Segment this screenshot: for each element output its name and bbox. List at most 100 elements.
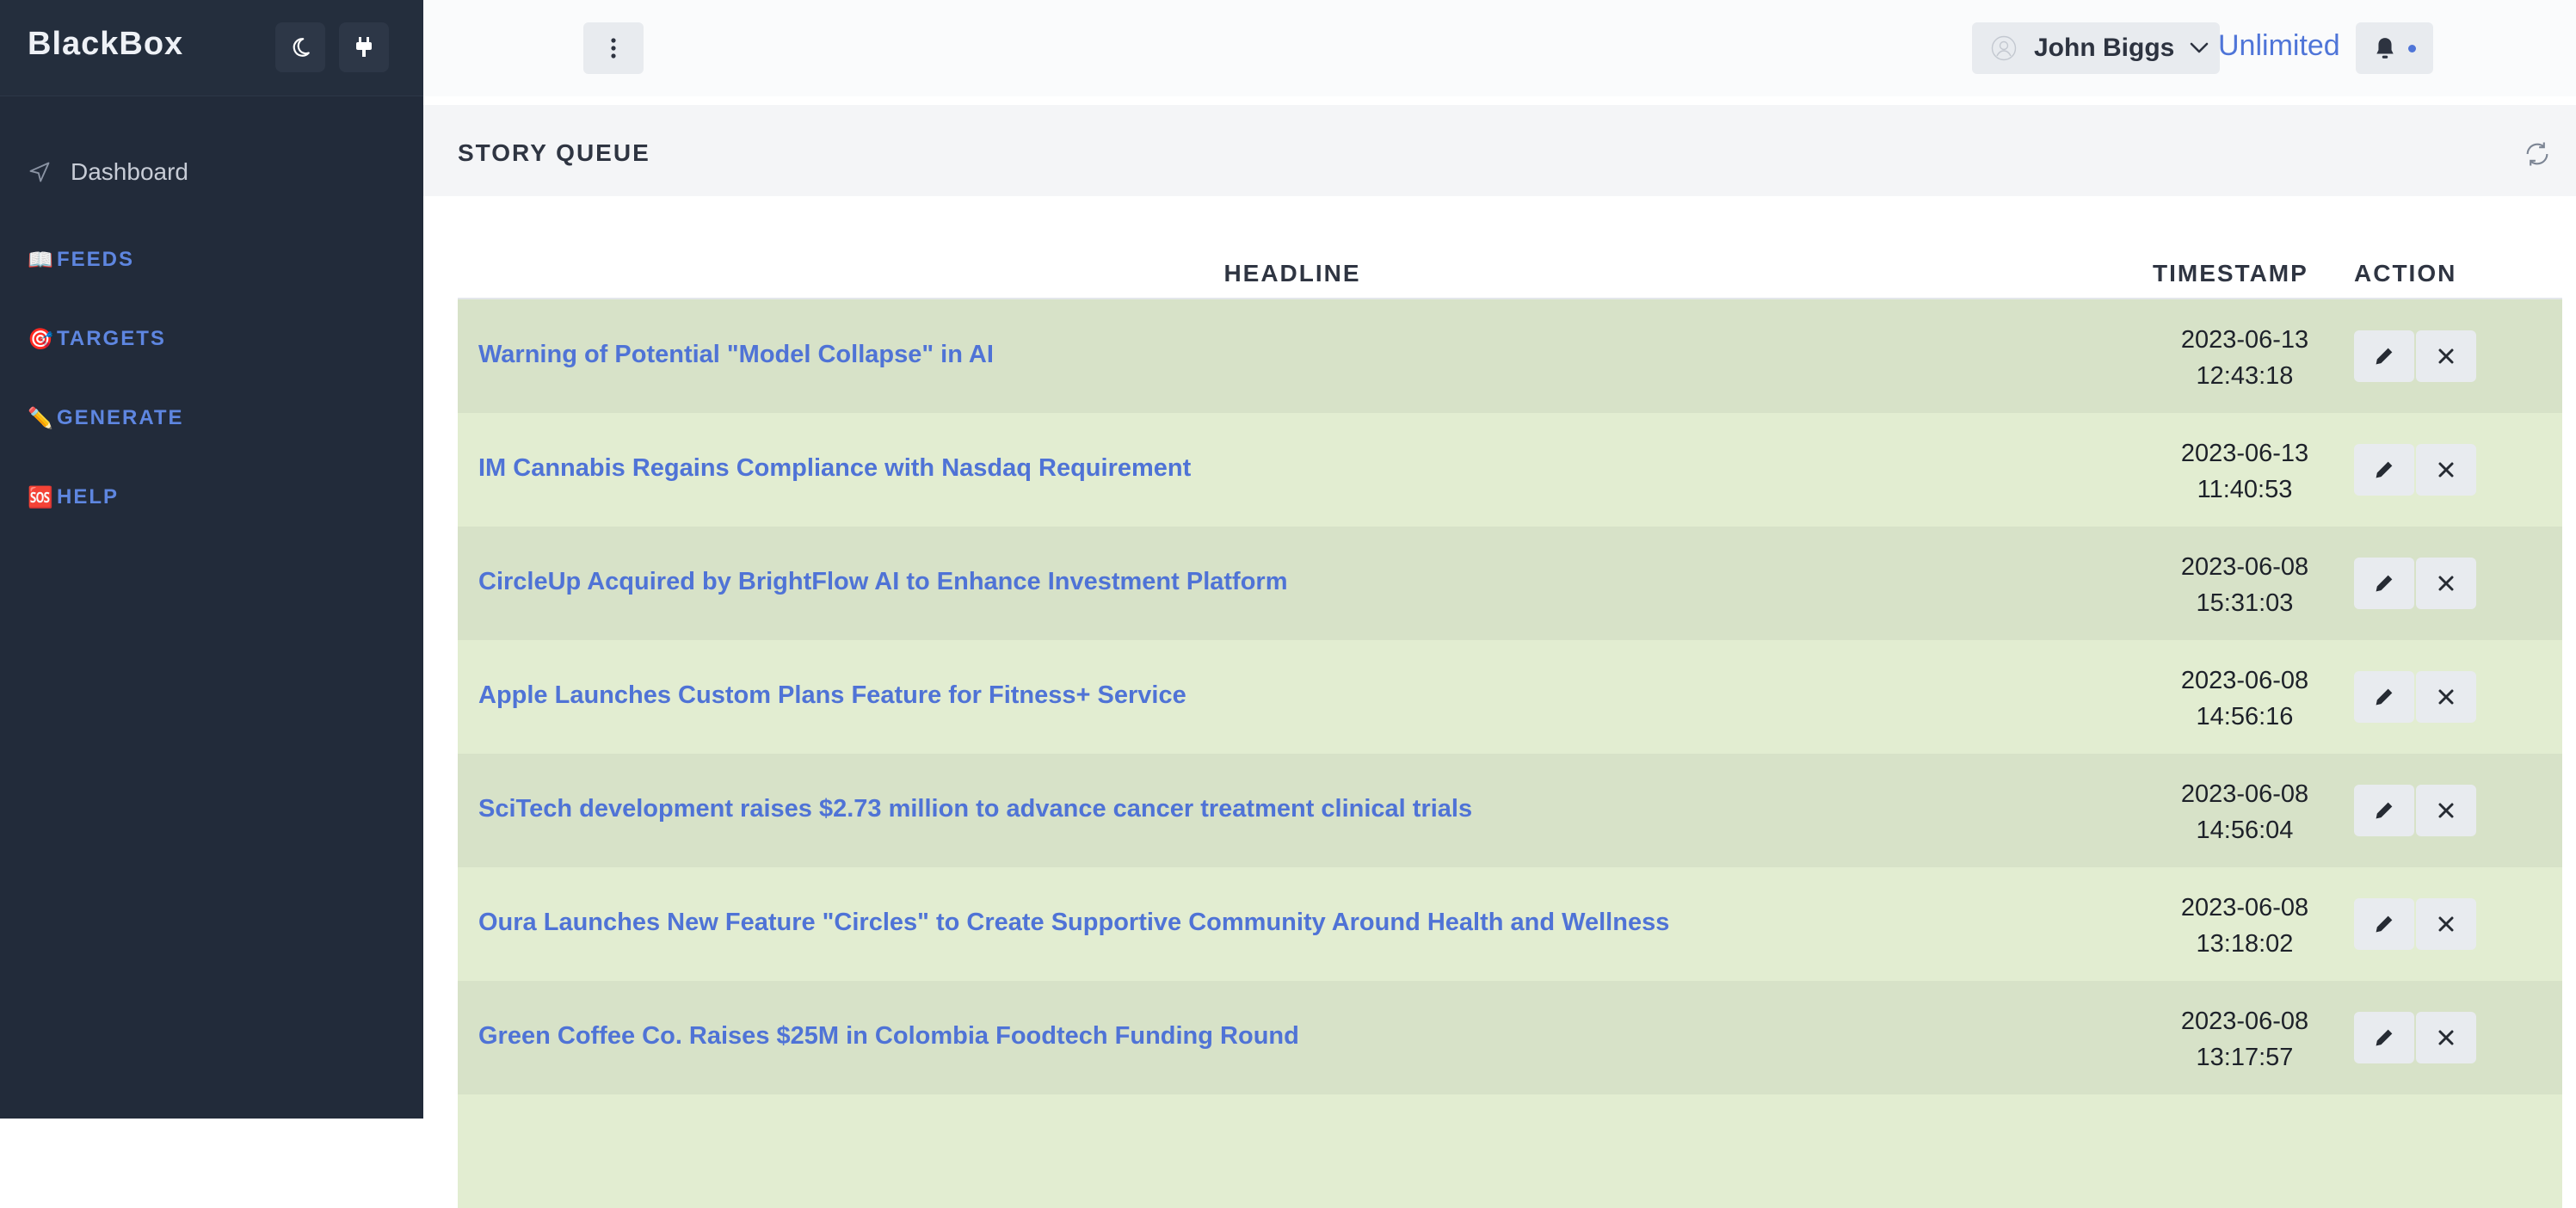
close-icon — [2438, 916, 2454, 932]
delete-button[interactable] — [2416, 898, 2476, 950]
send-icon — [29, 162, 50, 182]
brand-logo[interactable]: BlackBox — [28, 26, 183, 63]
edit-button[interactable] — [2354, 671, 2414, 723]
page-title: STORY QUEUE — [458, 139, 650, 166]
table-row: Warning of Potential "Model Collapse" in… — [458, 299, 2562, 413]
timestamp-date: 2023-06-13 — [2180, 440, 2309, 467]
plug-icon — [356, 37, 372, 57]
main-content: STORY QUEUE HEADLINE TIMESTAMP ACTION Wa… — [423, 96, 2576, 1208]
timestamp-date: 2023-06-13 — [2180, 326, 2309, 354]
pencil-icon — [2376, 688, 2393, 706]
close-icon — [2438, 576, 2454, 591]
edit-button[interactable] — [2354, 785, 2414, 836]
table-row: IM Cannabis Regains Compliance with Nasd… — [458, 413, 2562, 527]
table-row: Oura Launches New Feature "Circles" to C… — [458, 867, 2562, 981]
pencil-icon — [2376, 461, 2393, 478]
table-row: SciTech development raises $2.73 million… — [458, 754, 2562, 867]
sidebar-item-help[interactable]: 🆘 HELP — [28, 480, 119, 515]
edit-button[interactable] — [2354, 444, 2414, 496]
target-icon: 🎯 — [28, 327, 53, 351]
table-row: Apple Launches Custom Plans Feature for … — [458, 640, 2562, 754]
timestamp-cell: 2023-06-08 14:56:16 — [2144, 663, 2345, 735]
headline-link[interactable]: Apple Launches Custom Plans Feature for … — [478, 681, 1186, 710]
pencil-icon — [2376, 1029, 2393, 1046]
delete-button[interactable] — [2416, 671, 2476, 723]
headline-link[interactable]: SciTech development raises $2.73 million… — [478, 795, 1472, 823]
pencil-icon — [2376, 915, 2393, 933]
timestamp-date: 2023-06-08 — [2180, 1008, 2309, 1035]
sidebar-item-label: TARGETS — [57, 327, 166, 350]
table-row — [458, 1094, 2562, 1208]
headline-link[interactable]: IM Cannabis Regains Compliance with Nasd… — [478, 454, 1191, 483]
moon-icon — [293, 38, 310, 57]
plan-link[interactable]: Unlimited — [2218, 29, 2340, 63]
sidebar-item-targets[interactable]: 🎯 TARGETS — [28, 322, 166, 356]
sidebar-item-feeds[interactable]: 📖 FEEDS — [28, 243, 134, 277]
chevron-down-icon — [2190, 42, 2209, 54]
close-icon — [2438, 1030, 2454, 1045]
table-header: HEADLINE TIMESTAMP ACTION — [458, 250, 2562, 299]
timestamp-date: 2023-06-08 — [2180, 780, 2309, 808]
table-row: CircleUp Acquired by BrightFlow AI to En… — [458, 527, 2562, 640]
sos-icon: 🆘 — [28, 485, 53, 509]
delete-button[interactable] — [2416, 558, 2476, 609]
headline-link[interactable]: Green Coffee Co. Raises $25M in Colombia… — [478, 1022, 1299, 1051]
timestamp-time: 14:56:16 — [2196, 703, 2294, 730]
sidebar-item-label: Dashboard — [71, 158, 188, 185]
edit-button[interactable] — [2354, 1012, 2414, 1063]
timestamp-date: 2023-06-08 — [2180, 667, 2309, 694]
sidebar-header: BlackBox — [0, 0, 423, 96]
notifications-button[interactable] — [2356, 22, 2433, 74]
user-menu-button[interactable]: John Biggs — [1972, 22, 2220, 74]
timestamp-cell: 2023-06-08 14:56:04 — [2144, 776, 2345, 848]
table-row: Green Coffee Co. Raises $25M in Colombia… — [458, 981, 2562, 1094]
kebab-menu-icon — [611, 38, 616, 59]
more-options-button[interactable] — [583, 22, 644, 74]
headline-link[interactable]: CircleUp Acquired by BrightFlow AI to En… — [478, 568, 1287, 596]
connection-button[interactable] — [339, 22, 389, 72]
timestamp-time: 13:18:02 — [2196, 930, 2294, 958]
delete-button[interactable] — [2416, 1012, 2476, 1063]
avatar — [1989, 34, 2018, 63]
delete-button[interactable] — [2416, 330, 2476, 382]
column-header-timestamp[interactable]: TIMESTAMP — [2153, 260, 2308, 287]
timestamp-date: 2023-06-08 — [2180, 553, 2309, 581]
user-name: John Biggs — [2034, 34, 2175, 62]
headline-link[interactable]: Oura Launches New Feature "Circles" to C… — [478, 909, 1669, 937]
sidebar-item-label: GENERATE — [57, 406, 184, 429]
pencil-icon: ✏️ — [28, 406, 53, 430]
user-icon — [1991, 35, 2017, 61]
timestamp-time: 13:17:57 — [2196, 1044, 2294, 1071]
sidebar-item-label: FEEDS — [57, 248, 135, 271]
pencil-icon — [2376, 348, 2393, 365]
timestamp-cell: 2023-06-08 13:17:57 — [2144, 1003, 2345, 1075]
edit-button[interactable] — [2354, 898, 2414, 950]
edit-button[interactable] — [2354, 330, 2414, 382]
timestamp-cell: 2023-06-13 11:40:53 — [2144, 435, 2345, 508]
section-header: STORY QUEUE — [423, 105, 2576, 196]
edit-button[interactable] — [2354, 558, 2414, 609]
bell-icon — [2376, 38, 2394, 59]
timestamp-cell: 2023-06-08 15:31:03 — [2144, 549, 2345, 621]
close-icon — [2438, 348, 2454, 364]
timestamp-cell: 2023-06-08 13:18:02 — [2144, 890, 2345, 962]
timestamp-time: 11:40:53 — [2197, 476, 2293, 503]
sidebar-item-generate[interactable]: ✏️ GENERATE — [28, 401, 184, 435]
refresh-icon[interactable] — [2523, 139, 2552, 169]
sidebar-item-dashboard[interactable]: Dashboard — [28, 155, 188, 189]
timestamp-date: 2023-06-08 — [2180, 894, 2309, 921]
sidebar: BlackBox Dashboard 📖 FEEDS 🎯 TARGETS ✏️ … — [0, 0, 423, 1119]
close-icon — [2438, 803, 2454, 818]
headline-link[interactable]: Warning of Potential "Model Collapse" in… — [478, 341, 994, 369]
close-icon — [2438, 689, 2454, 705]
story-queue-table: HEADLINE TIMESTAMP ACTION Warning of Pot… — [458, 250, 2562, 1208]
timestamp-time: 15:31:03 — [2196, 589, 2294, 617]
delete-button[interactable] — [2416, 785, 2476, 836]
dark-mode-toggle-button[interactable] — [275, 22, 325, 72]
column-header-headline[interactable]: HEADLINE — [458, 260, 2127, 287]
delete-button[interactable] — [2416, 444, 2476, 496]
timestamp-time: 14:56:04 — [2196, 817, 2294, 844]
book-icon: 📖 — [28, 248, 53, 272]
sidebar-item-label: HELP — [57, 485, 120, 508]
pencil-icon — [2376, 802, 2393, 819]
